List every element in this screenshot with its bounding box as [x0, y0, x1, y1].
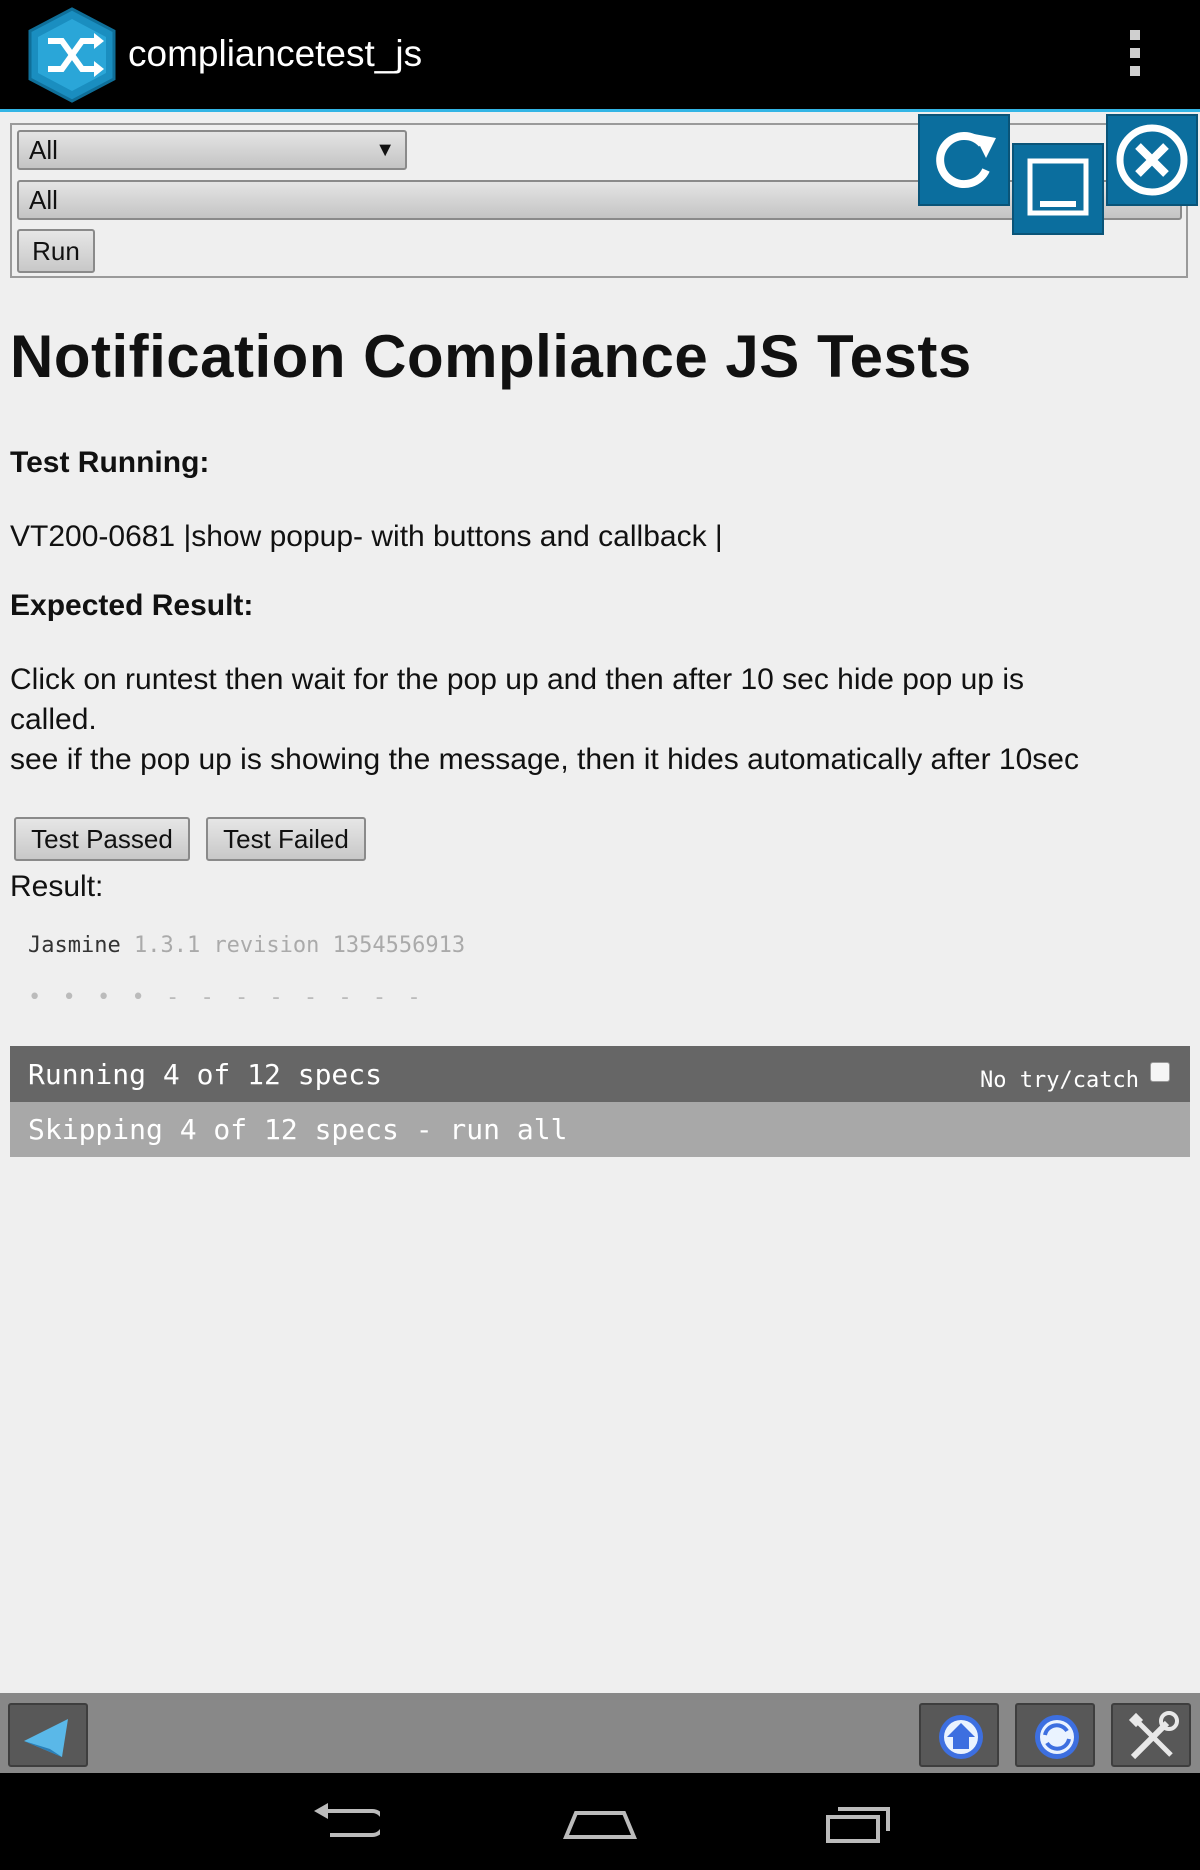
recents-nav-icon[interactable]: [824, 1801, 894, 1845]
jasmine-version: 1.3.1 revision 1354556913: [133, 933, 466, 958]
expected-result-text: called.: [10, 703, 97, 736]
skipping-summary[interactable]: Skipping 4 of 12 specs - run all: [28, 1113, 567, 1146]
test-select-value: All: [29, 185, 58, 215]
sync-icon: [1035, 1715, 1079, 1759]
system-navigation-bar: [0, 1773, 1200, 1870]
skipping-bar[interactable]: Skipping 4 of 12 specs - run all: [10, 1102, 1190, 1157]
result-label: Result:: [10, 870, 104, 903]
close-icon: [1116, 124, 1188, 196]
minimize-button[interactable]: [1012, 143, 1104, 235]
overflow-menu-icon[interactable]: [1120, 30, 1150, 80]
action-bar: compliancetest_js: [0, 0, 1200, 112]
jasmine-name: Jasmine: [28, 933, 121, 958]
app-title: compliancetest_js: [128, 33, 423, 74]
jasmine-banner: Jasmine 1.3.1 revision 1354556913: [28, 933, 465, 958]
expected-result-label: Expected Result:: [10, 589, 254, 622]
bottom-toolbar: [0, 1693, 1200, 1773]
shuffle-icon[interactable]: [26, 7, 118, 103]
tools-icon: [1128, 1711, 1179, 1760]
home-button[interactable]: [919, 1703, 999, 1767]
suite-select[interactable]: All ▼: [17, 130, 407, 170]
test-passed-button[interactable]: Test Passed: [14, 817, 190, 861]
test-name: VT200-0681 |show popup- with buttons and…: [10, 520, 723, 553]
back-button[interactable]: [8, 1703, 88, 1767]
running-bar: Running 4 of 12 specs No try/catch: [10, 1046, 1190, 1102]
back-arrow-icon: [24, 1719, 68, 1757]
tools-button[interactable]: [1111, 1703, 1191, 1767]
expected-result-text: see if the pop up is showing the message…: [10, 743, 1079, 776]
refresh-button[interactable]: [918, 114, 1010, 206]
run-button[interactable]: Run: [17, 229, 95, 273]
test-running-label: Test Running:: [10, 446, 210, 479]
page-title: Notification Compliance JS Tests: [10, 323, 972, 390]
spec-progress-dots: • • • • - - - - - - - -: [28, 985, 425, 1010]
close-button[interactable]: [1106, 114, 1198, 206]
suite-select-value: All: [29, 135, 58, 165]
minimize-icon: [1027, 158, 1089, 216]
running-summary: Running 4 of 12 specs: [28, 1058, 383, 1091]
no-try-catch-checkbox[interactable]: [1150, 1062, 1170, 1082]
test-failed-button[interactable]: Test Failed: [206, 817, 366, 861]
expected-result-text: Click on runtest then wait for the pop u…: [10, 663, 1024, 696]
back-nav-icon[interactable]: [310, 1801, 380, 1845]
sync-button[interactable]: [1015, 1703, 1095, 1767]
dropdown-arrow-icon: ▼: [375, 139, 395, 161]
home-nav-icon[interactable]: [562, 1801, 638, 1845]
refresh-icon: [936, 132, 996, 189]
home-icon: [939, 1715, 983, 1759]
no-try-catch-label: No try/catch: [980, 1068, 1139, 1093]
